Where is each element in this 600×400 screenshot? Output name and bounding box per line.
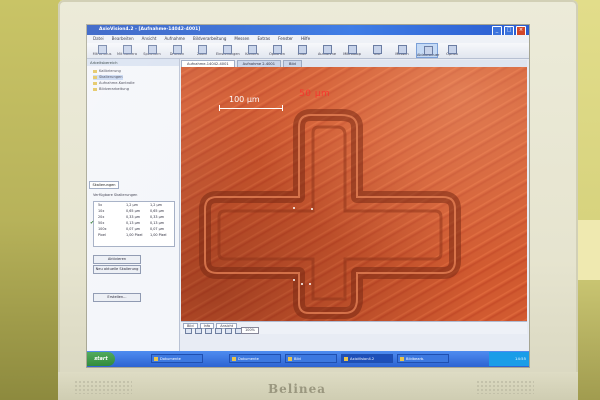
room-wall-left xyxy=(0,0,60,400)
doc-tab-image-3[interactable]: Bild xyxy=(283,60,302,67)
task-item[interactable]: Dokumente xyxy=(229,354,281,363)
microscope-image[interactable]: 100 µm 50 µm xyxy=(181,67,527,321)
tool-acquire[interactable]: Aufnahme xyxy=(316,43,338,58)
workspace-header: Arbeitsbereich xyxy=(87,59,179,66)
photo-scene: Belinea AxioVision4.2 - [Aufnahme-14042-… xyxy=(0,0,600,400)
measure-marker[interactable] xyxy=(301,283,303,285)
tool-text[interactable]: Text xyxy=(366,43,388,58)
measure-marker[interactable] xyxy=(293,279,295,281)
menu-measure[interactable]: Messen xyxy=(234,35,249,43)
tool-optika[interactable]: Optika xyxy=(441,43,463,58)
rect-icon[interactable] xyxy=(205,328,212,334)
scale-bar xyxy=(219,105,283,111)
new-scaling-button[interactable]: Neu aktuelle Skalierung xyxy=(93,265,141,274)
document-tabs: Aufnahme-14042-4001 Aufnahme 2-4001 Bild xyxy=(181,60,527,67)
tree-item-scalings[interactable]: Skalierungen xyxy=(93,75,123,80)
measure-marker[interactable] xyxy=(293,207,295,209)
speaker-grille-left xyxy=(74,380,132,394)
zoom-field[interactable]: 100% xyxy=(241,327,259,334)
taskbar: start Dokumente Dokumente Bild AxioVisio… xyxy=(87,351,529,367)
task-item[interactable]: Dokumente xyxy=(151,354,203,363)
task-item-active[interactable]: AxioVision4.2 xyxy=(341,354,393,363)
tool-zoom[interactable]: Zoom xyxy=(191,43,213,58)
menu-edit[interactable]: Bearbeiten xyxy=(112,35,134,43)
tool-save[interactable]: Speichern xyxy=(141,43,163,58)
app-titlebar: AxioVision4.2 - [Aufnahme-14042-4001] _ … xyxy=(87,25,529,36)
tool-afocus[interactable]: Mit AFocus xyxy=(91,43,113,58)
menu-file[interactable]: Datei xyxy=(93,35,104,43)
task-item[interactable]: Bild xyxy=(285,354,337,363)
tool-camera-2[interactable]: Kamera xyxy=(241,43,263,58)
table-row[interactable]: Pixel 1,00 Pixel 1,00 Pixel xyxy=(94,233,174,238)
table-row[interactable]: 10x 0,65 µm 0,65 µm xyxy=(94,209,174,214)
annotation-tools xyxy=(185,328,242,334)
menu-window[interactable]: Fenster xyxy=(278,35,293,43)
menu-acquisition[interactable]: Aufnahme xyxy=(164,35,185,43)
workspace-panel: Arbeitsbereich Kalibrierung Skalierungen… xyxy=(87,59,180,351)
monitor-brand-logo: Belinea xyxy=(268,382,327,396)
window-title: AxioVision4.2 - [Aufnahme-14042-4001] xyxy=(99,27,201,32)
text-icon[interactable] xyxy=(225,328,232,334)
scalings-label: Verfügbare Skalierungen xyxy=(93,193,138,197)
tool-print[interactable]: Drucken xyxy=(166,43,188,58)
menu-bar: Datei Bearbeiten Ansicht Aufnahme Bildve… xyxy=(87,35,529,43)
main-toolbar: Mit AFocus Mit Kamera Speichern Drucken … xyxy=(87,43,529,59)
tool-sequence[interactable]: Ablaufsteuer xyxy=(416,43,439,58)
tree-item-acq-control[interactable]: Aufnahme-Kontrolle xyxy=(93,81,135,86)
tool-options[interactable]: Optionen xyxy=(266,43,288,58)
system-tray-clock: 14:55 xyxy=(489,352,529,366)
create-button[interactable]: Erstellen... xyxy=(93,293,141,302)
measurement-overlay-text: 50 µm xyxy=(299,89,331,99)
table-row[interactable]: 100x 0,07 µm 0,07 µm xyxy=(94,227,174,232)
table-row[interactable]: 20x 0,33 µm 0,33 µm xyxy=(94,215,174,220)
monitor-screen: AxioVision4.2 - [Aufnahme-14042-4001] _ … xyxy=(86,24,530,368)
line-icon[interactable] xyxy=(195,328,202,334)
scalings-table: 5x 1,2 µm 1,2 µm 10x 0,65 µm 0,65 µm 20x… xyxy=(90,201,175,247)
tool-measure[interactable]: Messen xyxy=(391,43,413,58)
circle-icon[interactable] xyxy=(215,328,222,334)
tool-settings[interactable]: Einstellungen xyxy=(216,43,240,58)
pointer-icon[interactable] xyxy=(185,328,192,334)
measure-marker[interactable] xyxy=(309,283,311,285)
doc-tab-image-2[interactable]: Aufnahme 2-4001 xyxy=(236,60,281,67)
tool-camera[interactable]: Mit Kamera xyxy=(116,43,138,58)
tool-end[interactable]: Ende xyxy=(291,43,313,58)
table-row-selected[interactable]: ✔ 50x 0,13 µm 0,13 µm xyxy=(90,221,174,226)
activate-button[interactable]: Aktivieren xyxy=(93,255,141,264)
speaker-grille-right xyxy=(476,380,534,394)
tab-scalings[interactable]: Skalierungen xyxy=(89,181,119,189)
menu-processing[interactable]: Bildverarbeitung xyxy=(193,35,226,43)
scale-bar-label: 100 µm xyxy=(229,95,260,104)
tree-item-calibration[interactable]: Kalibrierung xyxy=(93,69,121,74)
tree-item-processing[interactable]: Bildverarbeitung xyxy=(93,87,129,92)
measure-marker[interactable] xyxy=(311,208,313,210)
start-button[interactable]: start xyxy=(87,352,115,366)
menu-tools[interactable]: Extras xyxy=(257,35,270,43)
image-status-bar: Bild Info Ansicht 100% xyxy=(181,321,527,334)
doc-tab-image-1[interactable]: Aufnahme-14042-4001 xyxy=(181,60,235,67)
table-row[interactable]: 5x 1,2 µm 1,2 µm xyxy=(94,203,174,208)
menu-view[interactable]: Ansicht xyxy=(142,35,157,43)
menu-help[interactable]: Hilfe xyxy=(301,35,310,43)
checkmark-icon: ✔ xyxy=(90,220,95,226)
tool-microscope[interactable]: Mikroskop xyxy=(341,43,363,58)
task-item[interactable]: Bildbearb. xyxy=(397,354,449,363)
